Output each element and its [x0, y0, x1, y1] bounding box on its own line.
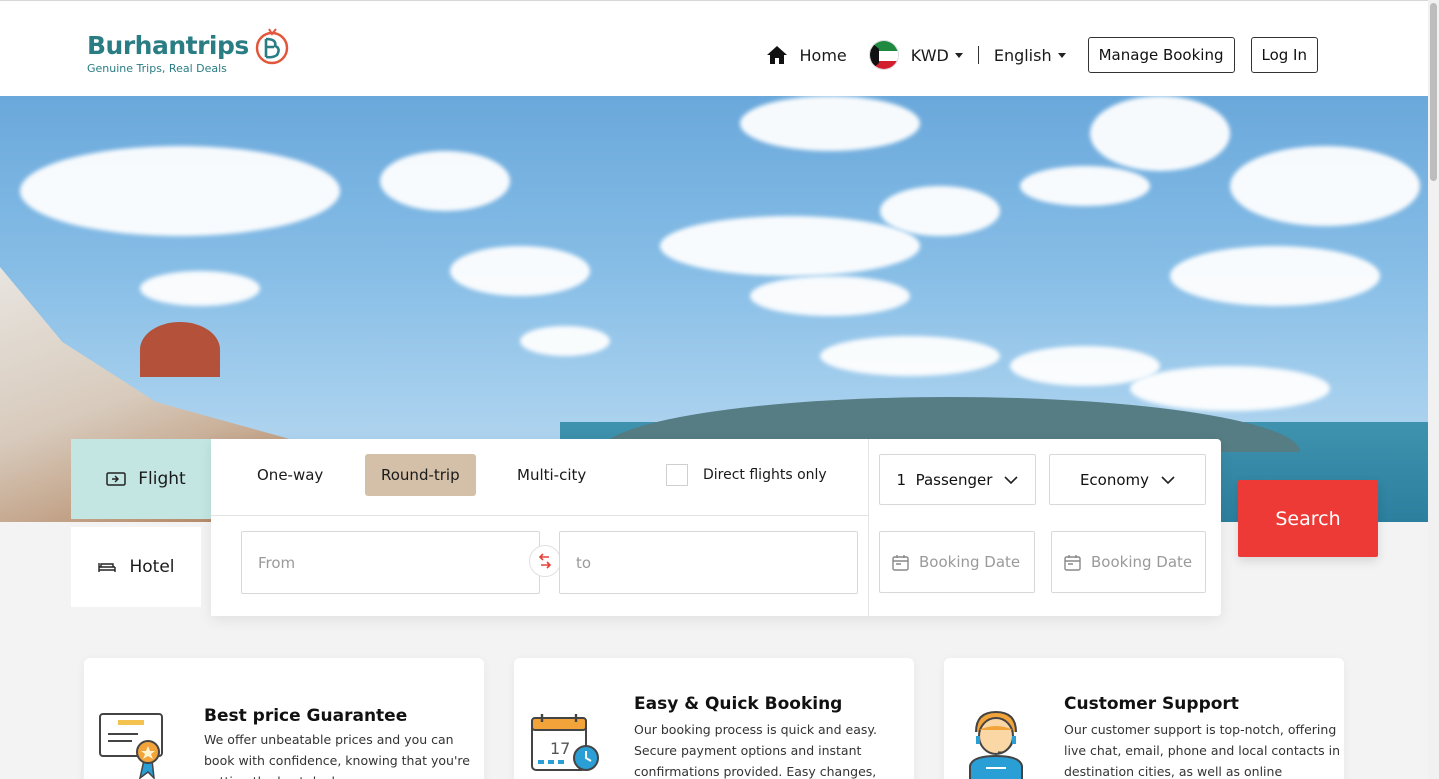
svg-text:17: 17	[550, 739, 570, 758]
login-button[interactable]: Log In	[1250, 37, 1318, 73]
cabin-class-value: Economy	[1079, 470, 1150, 489]
swap-locations-button[interactable]	[529, 545, 561, 577]
passenger-value: 1 Passenger	[896, 470, 993, 489]
feature-card-price: Best price Guarantee We offer unbeatable…	[84, 658, 484, 779]
home-icon	[766, 46, 787, 64]
trip-type-row: One-way Round-trip Multi-city Direct fli…	[211, 439, 868, 516]
direct-flights-checkbox[interactable]	[666, 464, 688, 486]
calendar-icon	[892, 554, 909, 571]
brand-mark-icon	[255, 28, 289, 65]
manage-booking-button[interactable]: Manage Booking	[1087, 37, 1235, 73]
support-agent-icon	[969, 710, 1023, 779]
departure-date-placeholder: Booking Date	[919, 553, 1021, 571]
calendar-clock-icon: 17	[531, 714, 599, 771]
trip-round-trip[interactable]: Round-trip	[365, 454, 476, 496]
feature-text-booking: Our booking process is quick and easy. S…	[634, 722, 877, 779]
currency-label: KWD	[910, 45, 949, 65]
scrollbar-thumb[interactable]	[1430, 3, 1437, 181]
nav-home-link[interactable]: Home	[766, 45, 847, 65]
brand-name: Burhantrips	[87, 31, 249, 60]
bed-icon	[98, 563, 117, 572]
search-button[interactable]: Search	[1238, 480, 1378, 557]
kuwait-flag-icon	[868, 40, 899, 70]
brand-logo[interactable]: Burhantrips Genuine Trips, Real Deals	[87, 28, 289, 75]
feature-title-support: Customer Support	[1064, 694, 1239, 714]
feature-card-support: Customer Support Our customer support is…	[944, 658, 1344, 779]
nav-home-label: Home	[799, 45, 847, 65]
site-header: Burhantrips Genuine Trips, Real Deals Ho…	[0, 0, 1428, 96]
top-nav: Home KWD English Manage Booking Log In	[766, 37, 1318, 73]
feature-text-price: We offer unbeatable prices and you can b…	[204, 732, 470, 779]
return-date-input[interactable]: Booking Date	[1051, 531, 1206, 593]
tab-hotel[interactable]: Hotel	[71, 527, 201, 607]
language-selector[interactable]: English	[994, 46, 1066, 65]
caret-down-icon	[954, 52, 963, 58]
departure-date-input[interactable]: Booking Date	[879, 531, 1035, 593]
certificate-icon	[99, 713, 163, 779]
direct-flights-option[interactable]: Direct flights only	[666, 464, 827, 486]
tab-flight-label: Flight	[138, 469, 186, 489]
chevron-down-icon	[1004, 475, 1019, 484]
language-label: English	[993, 45, 1052, 65]
tab-hotel-label: Hotel	[129, 557, 175, 577]
feature-card-booking: 17 Easy & Quick Booking Our booking proc…	[514, 658, 914, 779]
chevron-down-icon	[1161, 475, 1175, 484]
brand-tagline: Genuine Trips, Real Deals	[87, 62, 227, 75]
plane-ticket-icon	[106, 472, 127, 486]
trip-one-way[interactable]: One-way	[241, 454, 339, 496]
return-date-placeholder: Booking Date	[1091, 553, 1193, 571]
to-input[interactable]: to	[559, 531, 858, 594]
direct-flights-label: Direct flights only	[703, 467, 827, 483]
from-input[interactable]: From	[241, 531, 540, 594]
to-placeholder: to	[576, 553, 592, 572]
passenger-select[interactable]: 1 Passenger	[879, 454, 1036, 505]
feature-title-booking: Easy & Quick Booking	[634, 694, 843, 714]
panel-divider	[868, 439, 869, 616]
swap-arrows-icon	[538, 553, 552, 569]
flight-search-panel: One-way Round-trip Multi-city Direct fli…	[211, 439, 1221, 616]
tab-flight[interactable]: Flight	[71, 439, 221, 519]
from-placeholder: From	[258, 553, 296, 572]
caret-down-icon	[1057, 52, 1066, 58]
trip-multi-city[interactable]: Multi-city	[501, 454, 602, 496]
nav-divider	[977, 46, 979, 64]
page-scrollbar[interactable]	[1428, 0, 1439, 779]
cabin-class-select[interactable]: Economy	[1049, 454, 1206, 505]
church-dome	[140, 322, 220, 377]
currency-selector[interactable]: KWD	[911, 46, 963, 65]
calendar-icon	[1064, 554, 1081, 571]
feature-text-support: Our customer support is top-notch, offer…	[1064, 722, 1341, 779]
feature-title-price: Best price Guarantee	[204, 706, 408, 726]
